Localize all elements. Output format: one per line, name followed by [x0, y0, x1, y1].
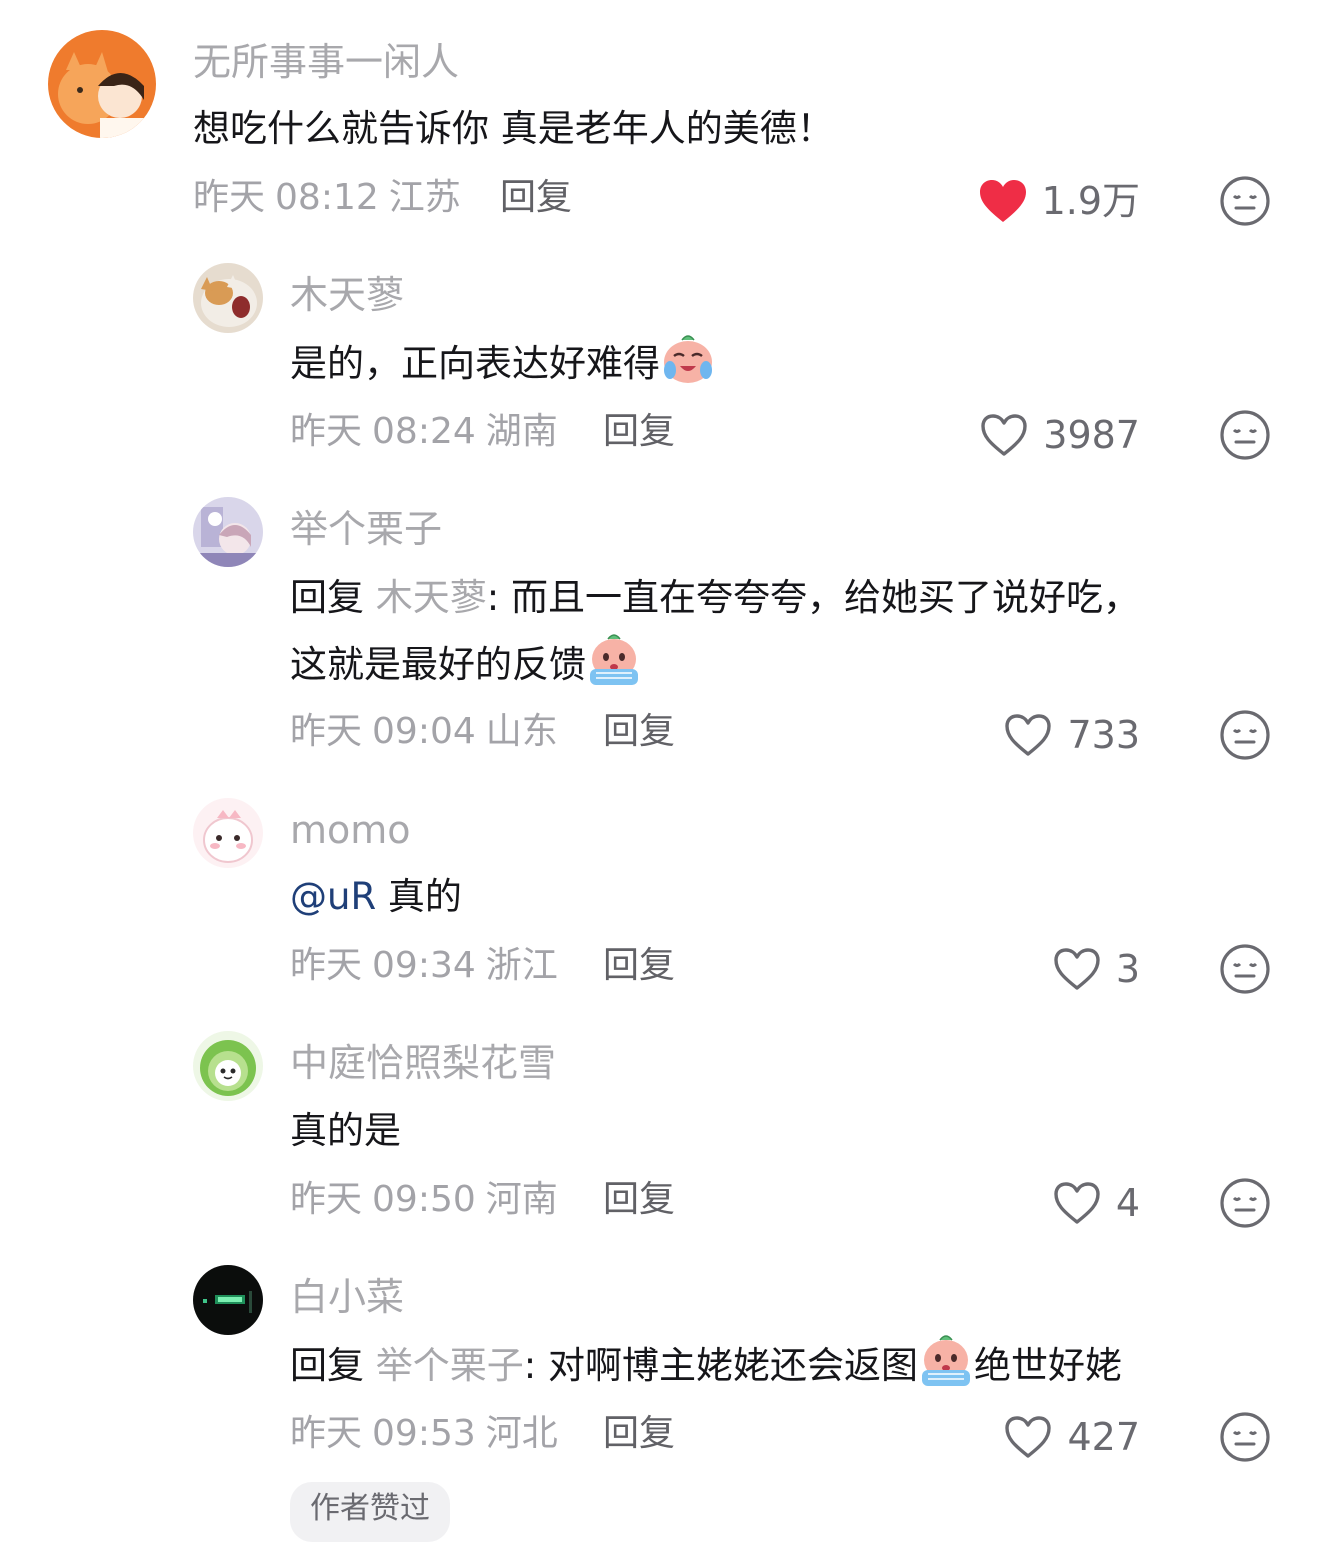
comment-text-body: : 而且一直在夸夸夸，给她买了说好吃，: [486, 576, 1140, 619]
mention-link[interactable]: @uR: [290, 875, 376, 918]
crying-tears-emoji-icon: [918, 1332, 974, 1388]
comment-username[interactable]: 无所事事一闲人: [193, 40, 459, 84]
reply-button[interactable]: 回复: [603, 710, 675, 754]
dislike-face-icon[interactable]: [1219, 175, 1271, 227]
heart-outline-icon: [1054, 948, 1100, 990]
comment-text-body: 真的: [376, 875, 462, 918]
reply-button[interactable]: 回复: [603, 1412, 675, 1456]
comment-text: 回复 举个栗子: 对啊博主姥姥还会返图 绝世好姥: [290, 1332, 1122, 1399]
crying-tears-emoji-icon: [586, 631, 642, 687]
like-count: 733: [1067, 713, 1140, 757]
comment-text-body: 绝世好姥: [974, 1344, 1122, 1387]
like-button[interactable]: 4: [1052, 1178, 1140, 1228]
comment-location: 江苏: [388, 177, 461, 218]
avatar[interactable]: [193, 1031, 263, 1101]
cat-and-girl-avatar-icon: [48, 30, 156, 138]
comment-location: 河北: [485, 1413, 558, 1454]
comment-time: 08:24: [372, 411, 476, 452]
comment-meta: 昨天 09:04 山东: [290, 710, 558, 754]
comment-time: 09:53: [372, 1413, 476, 1454]
author-liked-badge: 作者赞过: [290, 1482, 450, 1542]
comment-meta: 昨天 08:12 江苏: [193, 176, 461, 220]
yawning-cat-avatar-icon: [193, 263, 263, 333]
comment-meta: 昨天 09:53 河北: [290, 1412, 558, 1456]
reply-target-username[interactable]: 木天蓼: [376, 576, 487, 619]
comment-username[interactable]: 白小菜: [290, 1275, 404, 1319]
reply-target-username[interactable]: 举个栗子: [376, 1344, 524, 1387]
comment-location: 浙江: [485, 945, 558, 986]
comment-text: 真的是: [290, 1109, 401, 1152]
heart-outline-icon: [1005, 714, 1052, 756]
dislike-face-icon[interactable]: [1219, 943, 1271, 995]
comment-text-body: 这就是最好的反馈: [290, 643, 586, 686]
comment-day: 昨天: [193, 177, 266, 218]
heart-filled-icon: [979, 180, 1026, 222]
heart-outline-icon: [1054, 1182, 1100, 1224]
crying-laugh-emoji-icon: [660, 330, 716, 386]
comment-day: 昨天: [290, 1413, 363, 1454]
reply-button[interactable]: 回复: [603, 410, 675, 454]
comment-username[interactable]: 木天蓼: [290, 273, 404, 317]
comment-day: 昨天: [290, 411, 363, 452]
anime-girl-avatar-icon: [193, 497, 263, 567]
comment-time: 09:34: [372, 945, 476, 986]
reply-button[interactable]: 回复: [603, 1178, 675, 1222]
cabbage-avatar-icon: [193, 1031, 263, 1101]
comment-location: 山东: [485, 711, 558, 752]
reply-button[interactable]: 回复: [500, 176, 572, 220]
avatar[interactable]: [193, 497, 263, 567]
comment-day: 昨天: [290, 1179, 363, 1220]
comment-location: 湖南: [485, 411, 558, 452]
comment-time: 09:50: [372, 1179, 476, 1220]
heart-outline-icon: [1005, 1416, 1052, 1458]
dislike-face-icon[interactable]: [1219, 1177, 1271, 1229]
avatar[interactable]: [193, 798, 263, 868]
comment-day: 昨天: [290, 711, 363, 752]
like-button[interactable]: 3987: [979, 410, 1140, 460]
comment-text: 想吃什么就告诉你 真是老年人的美德！: [193, 107, 834, 150]
reply-button[interactable]: 回复: [603, 944, 675, 988]
reply-prefix: 回复: [290, 1344, 364, 1387]
avatar[interactable]: [48, 30, 156, 138]
avatar[interactable]: [193, 263, 263, 333]
like-count: 3: [1115, 947, 1140, 991]
comment-time: 09:04: [372, 711, 476, 752]
like-button[interactable]: 1.9万: [978, 176, 1140, 226]
pink-dino-avatar-icon: [193, 798, 263, 868]
comment-text-line2: 这就是最好的反馈: [290, 631, 642, 698]
heart-outline-icon: [981, 414, 1027, 456]
avatar[interactable]: [193, 1265, 263, 1335]
comment-time: 08:12: [275, 177, 379, 218]
dislike-face-icon[interactable]: [1219, 709, 1271, 761]
like-count: 427: [1067, 1415, 1140, 1459]
comment-text: 是的，正向表达好难得: [290, 330, 716, 397]
like-button[interactable]: 733: [1003, 710, 1140, 760]
comment-meta: 昨天 08:24 湖南: [290, 410, 558, 454]
dislike-face-icon[interactable]: [1219, 1411, 1271, 1463]
comment-username[interactable]: momo: [290, 808, 411, 852]
reply-prefix: 回复: [290, 576, 364, 619]
like-count: 4: [1115, 1181, 1140, 1225]
like-count: 3987: [1043, 413, 1140, 457]
comment-text: 回复 木天蓼: 而且一直在夸夸夸，给她买了说好吃，: [290, 565, 1140, 631]
comment-meta: 昨天 09:50 河南: [290, 1178, 558, 1222]
comment-username[interactable]: 中庭恰照梨花雪: [290, 1041, 556, 1085]
like-button[interactable]: 427: [1003, 1412, 1140, 1462]
comment-meta: 昨天 09:34 浙江: [290, 944, 558, 988]
dark-neon-avatar-icon: [193, 1265, 263, 1335]
comment-text-body: 是的，正向表达好难得: [290, 342, 660, 385]
comment-day: 昨天: [290, 945, 363, 986]
comment-text: @uR 真的: [290, 864, 462, 930]
like-count: 1.9万: [1041, 179, 1140, 223]
like-button[interactable]: 3: [1052, 944, 1140, 994]
comment-location: 河南: [485, 1179, 558, 1220]
comment-text-body: : 对啊博主姥姥还会返图: [523, 1344, 918, 1387]
dislike-face-icon[interactable]: [1219, 409, 1271, 461]
comment-username[interactable]: 举个栗子: [290, 507, 442, 551]
